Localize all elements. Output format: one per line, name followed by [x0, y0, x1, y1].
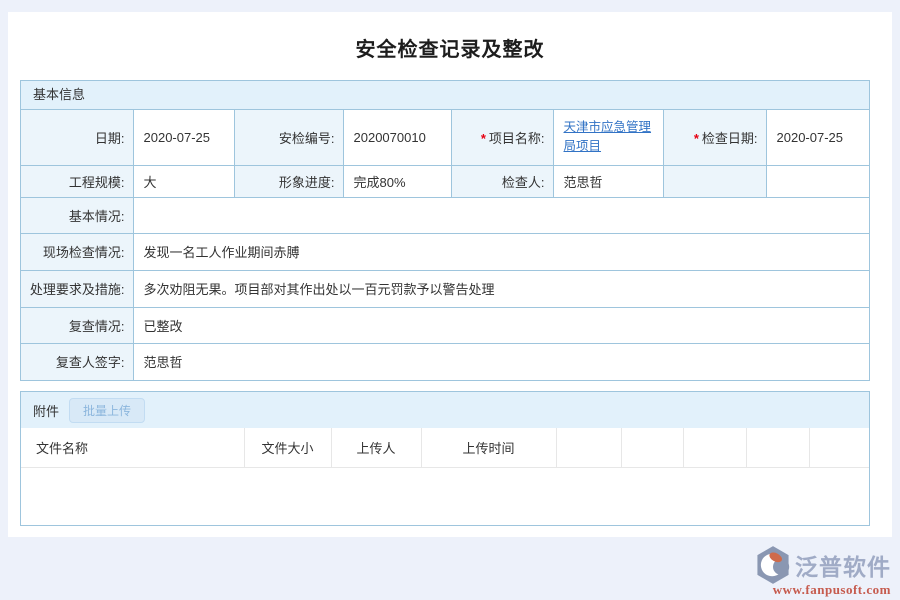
table-row: 工程规模: 大 形象进度: 完成80% 检查人: 范思哲 [21, 165, 869, 197]
table-row: 日期: 2020-07-25 安检编号: 2020070010 *项目名称: 天… [21, 110, 869, 165]
empty-label-cell [663, 165, 766, 197]
brand-name: 泛普软件 [795, 548, 891, 582]
project-name-link[interactable]: 天津市应急管理局项目 [564, 120, 652, 153]
scale-value: 大 [133, 165, 234, 197]
date-label: 日期: [21, 110, 133, 165]
table-row: 复查人签字: 范思哲 [21, 343, 869, 380]
site-check-value: 发现一名工人作业期间赤膊 [133, 233, 869, 270]
basic-info-section-header: 基本信息 [21, 81, 869, 110]
basic-info-section: 基本信息 日期: 2020-07-25 安检编号: 2020070010 *项目… [20, 80, 870, 381]
review-value: 已整改 [133, 307, 869, 343]
required-marker: * [694, 131, 699, 146]
basic-situation-label: 基本情况: [21, 197, 133, 233]
project-name-label-text: 项目名称: [489, 131, 545, 146]
review-sign-value: 范思哲 [133, 343, 869, 380]
col-empty [809, 428, 869, 468]
table-row: 处理要求及措施: 多次劝阻无果。项目部对其作出处以一百元罚款予以警告处理 [21, 270, 869, 307]
col-uploader: 上传人 [331, 428, 421, 468]
col-file-name: 文件名称 [21, 428, 244, 468]
check-date-value: 2020-07-25 [766, 110, 869, 165]
brand-website: www.fanpusoft.com [755, 582, 891, 598]
progress-label: 形象进度: [234, 165, 343, 197]
site-check-label: 现场检查情况: [21, 233, 133, 270]
col-upload-time: 上传时间 [421, 428, 556, 468]
fanpu-logo-icon [755, 545, 791, 585]
table-row: 复查情况: 已整改 [21, 307, 869, 343]
attachments-header-row: 文件名称 文件大小 上传人 上传时间 [21, 428, 869, 468]
col-empty [683, 428, 746, 468]
progress-value: 完成80% [343, 165, 451, 197]
inspection-no-label: 安检编号: [234, 110, 343, 165]
content-card: 安全检查记录及整改 基本信息 日期: 2020-07-25 安检编号: 2020… [8, 12, 892, 537]
project-name-label: *项目名称: [451, 110, 553, 165]
batch-upload-button[interactable]: 批量上传 [69, 398, 145, 423]
review-label: 复查情况: [21, 307, 133, 343]
page-title: 安全检查记录及整改 [8, 12, 892, 62]
col-empty [746, 428, 809, 468]
table-row: 基本情况: [21, 197, 869, 233]
check-date-label: *检查日期: [663, 110, 766, 165]
attachments-title: 附件 [33, 401, 59, 420]
attachments-table: 文件名称 文件大小 上传人 上传时间 [21, 428, 869, 468]
empty-value-cell [766, 165, 869, 197]
col-empty [556, 428, 621, 468]
fanpu-watermark: 泛普软件 www.fanpusoft.com [755, 545, 891, 598]
basic-situation-value [133, 197, 869, 233]
col-empty [621, 428, 683, 468]
inspection-no-value: 2020070010 [343, 110, 451, 165]
project-name-value-cell: 天津市应急管理局项目 [553, 110, 663, 165]
inspector-label: 检查人: [451, 165, 553, 197]
col-file-size: 文件大小 [244, 428, 331, 468]
attachments-section: 附件 批量上传 文件名称 文件大小 上传人 上传时间 [20, 391, 870, 526]
scale-label: 工程规模: [21, 165, 133, 197]
check-date-label-text: 检查日期: [702, 131, 758, 146]
review-sign-label: 复查人签字: [21, 343, 133, 380]
attachments-section-header: 附件 批量上传 [21, 392, 869, 428]
date-value: 2020-07-25 [133, 110, 234, 165]
measures-label: 处理要求及措施: [21, 270, 133, 307]
table-row: 现场检查情况: 发现一名工人作业期间赤膊 [21, 233, 869, 270]
inspector-value: 范思哲 [553, 165, 663, 197]
basic-info-table: 日期: 2020-07-25 安检编号: 2020070010 *项目名称: 天… [21, 110, 869, 380]
required-marker: * [481, 131, 486, 146]
page: { "page": { "title": "安全检查记录及整改" }, "col… [0, 0, 900, 600]
measures-value: 多次劝阻无果。项目部对其作出处以一百元罚款予以警告处理 [133, 270, 869, 307]
